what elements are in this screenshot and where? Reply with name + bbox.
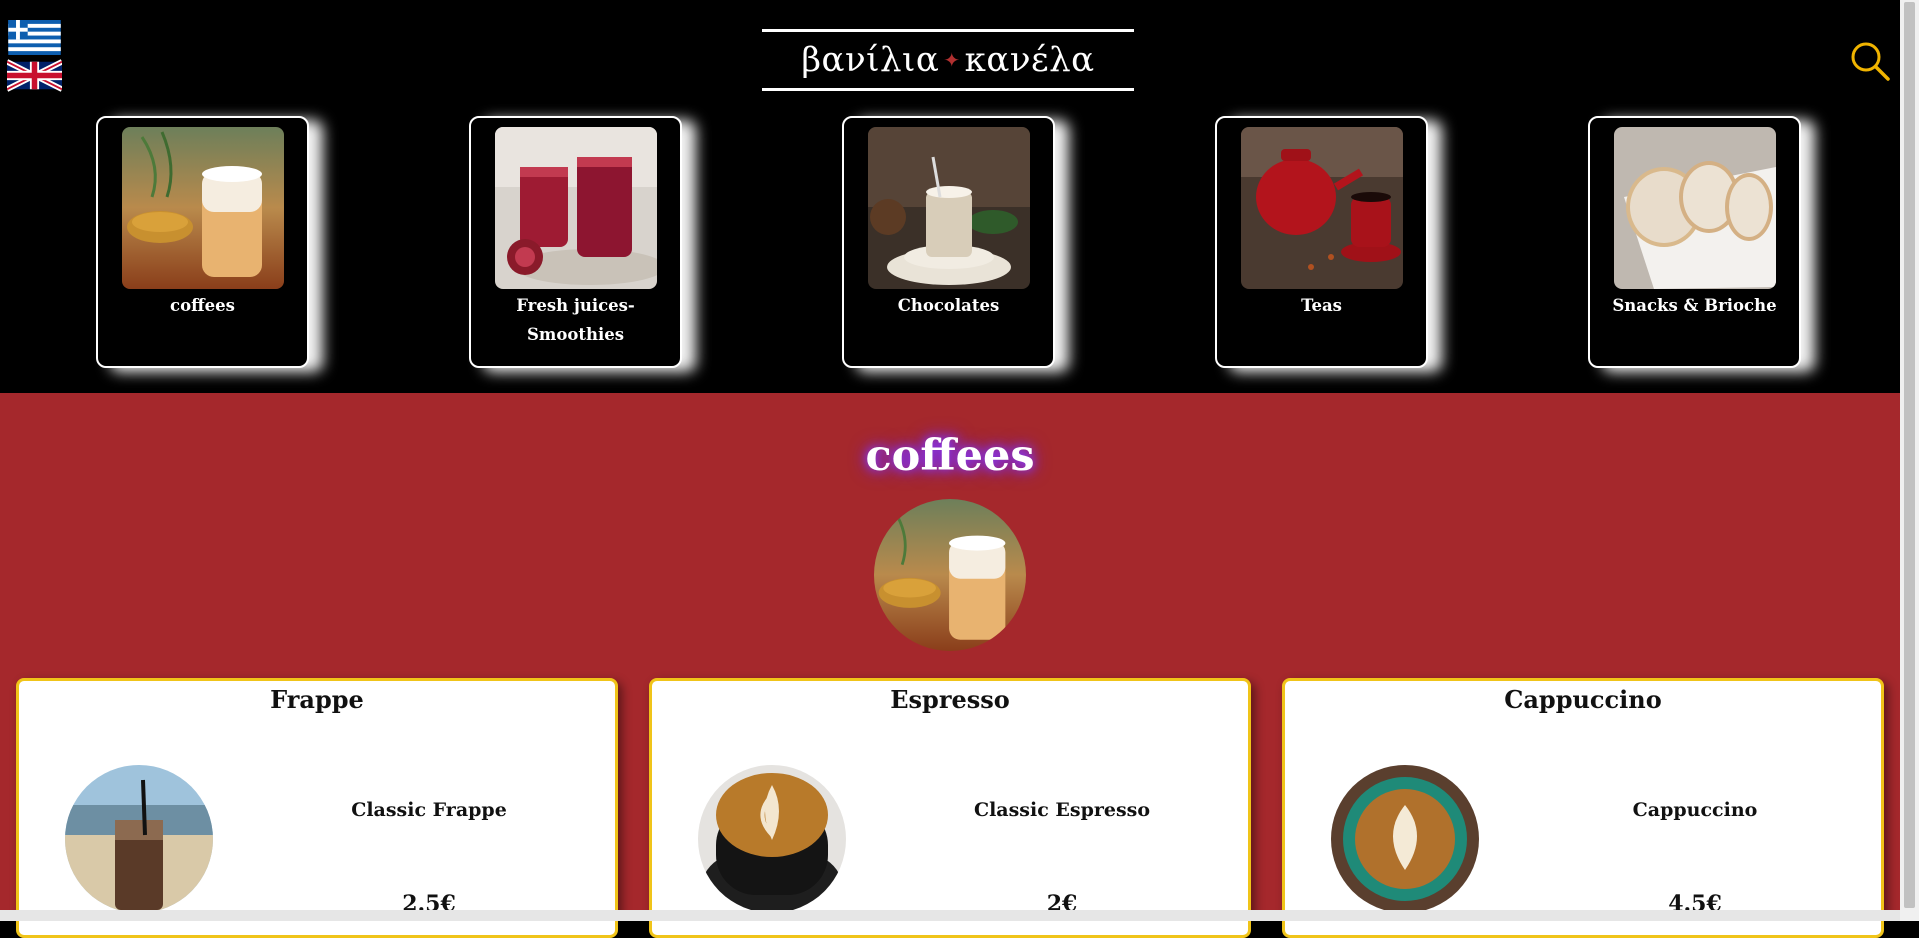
cappuccino-image: [1331, 765, 1479, 913]
horizontal-scrollbar[interactable]: [0, 910, 1900, 921]
product-card-espresso[interactable]: Espresso Classic Espresso 2€: [649, 678, 1251, 938]
search-icon[interactable]: [1849, 40, 1891, 82]
product-name: Cappuccino: [1632, 799, 1758, 821]
scrollbar-thumb[interactable]: [1904, 2, 1915, 908]
product-name: Classic Frappe: [351, 799, 507, 821]
vertical-scrollbar[interactable]: [1900, 0, 1919, 921]
section-image: [874, 499, 1026, 651]
product-card-cappuccino[interactable]: Cappuccino Cappuccino 4.5€: [1282, 678, 1884, 938]
coffees-image: [121, 127, 284, 289]
category-label: Fresh juices-Smoothies: [516, 296, 635, 344]
category-label: Teas: [1301, 296, 1342, 315]
product-title: Espresso: [890, 685, 1010, 714]
category-label: Chocolates: [897, 296, 1000, 315]
logo-text-right: κανέλα: [964, 40, 1095, 80]
greek-flag-icon[interactable]: [7, 20, 62, 55]
category-card-teas[interactable]: Teas: [1215, 116, 1428, 368]
juices-image: [494, 127, 657, 289]
logo-text-left: βανίλια: [801, 40, 940, 80]
espresso-image: [698, 765, 846, 913]
snacks-image: [1613, 127, 1776, 289]
category-card-fresh-juices[interactable]: Fresh juices-Smoothies: [469, 116, 682, 368]
site-logo[interactable]: βανίλια ✦ κανέλα: [762, 29, 1134, 91]
category-card-chocolates[interactable]: Chocolates: [842, 116, 1055, 368]
category-card-coffees[interactable]: coffees: [96, 116, 309, 368]
logo-separator-icon: ✦: [943, 48, 961, 72]
frappe-image: [65, 765, 213, 913]
product-name: Classic Espresso: [973, 799, 1151, 821]
coffees-section: coffees Frappe Classic Frappe 2.5€ Espre…: [0, 393, 1900, 938]
product-card-frappe[interactable]: Frappe Classic Frappe 2.5€: [16, 678, 618, 938]
product-title: Frappe: [270, 685, 364, 714]
teas-image: [1240, 127, 1403, 289]
chocolates-image: [867, 127, 1030, 289]
category-card-snacks[interactable]: Snacks & Brioche: [1588, 116, 1801, 368]
site-header: βανίλια ✦ κανέλα coffees Fresh juices-Sm…: [0, 0, 1900, 393]
category-label: coffees: [170, 296, 235, 315]
language-switcher: [7, 20, 63, 96]
category-label: Snacks & Brioche: [1612, 296, 1777, 315]
section-title: coffees: [865, 431, 1035, 481]
uk-flag-icon[interactable]: [7, 58, 62, 93]
product-title: Cappuccino: [1504, 685, 1662, 714]
